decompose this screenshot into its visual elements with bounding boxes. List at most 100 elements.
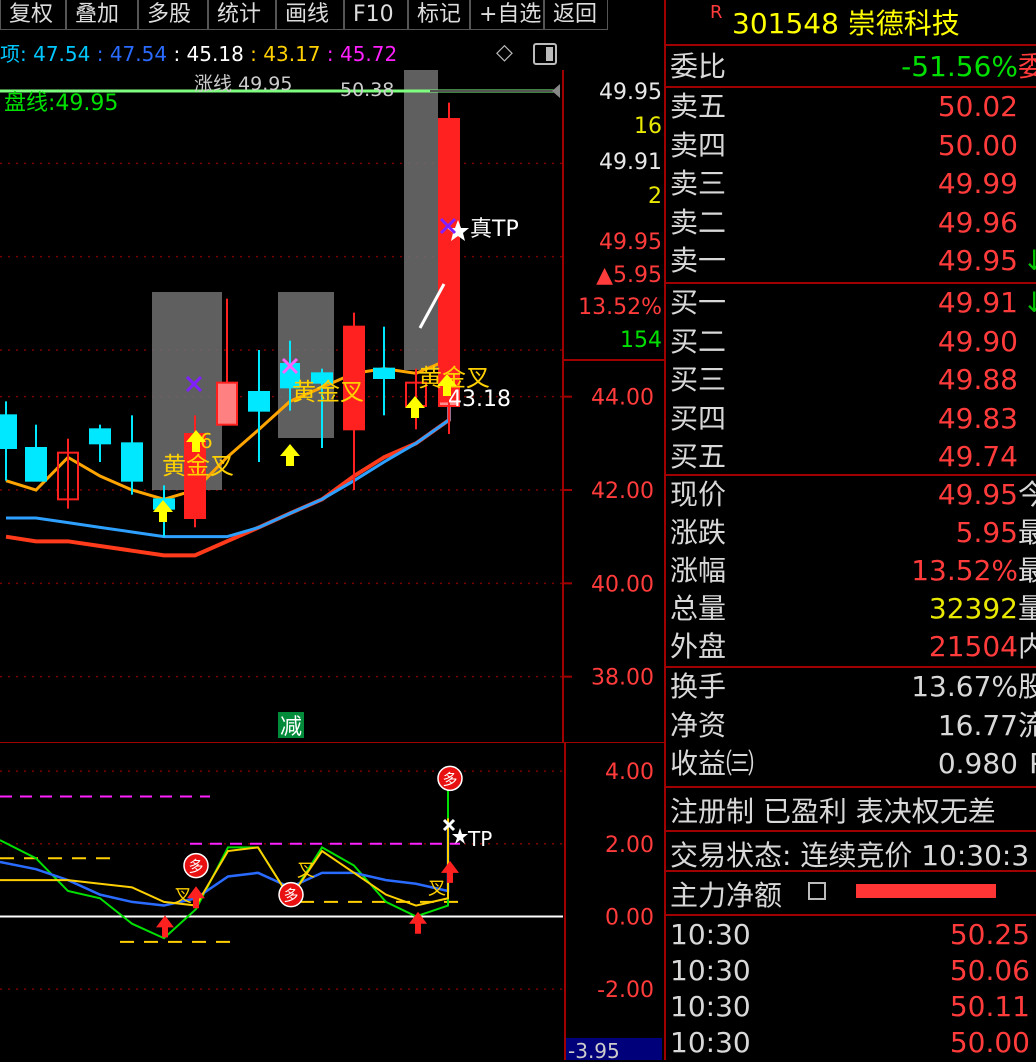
toolbar-button-2[interactable]: 多股 [138, 0, 208, 30]
cross-label: 叉 [174, 886, 192, 907]
price-axis-label: 44.00 [591, 386, 654, 411]
stat-row[interactable]: 总量 32392 量 [670, 590, 1036, 628]
toolbar-button-7[interactable]: +自选 [470, 0, 544, 30]
stat-value: 21504 [928, 630, 1018, 663]
bid-label: 买三 [670, 363, 727, 396]
bid-label: 买五 [670, 440, 727, 473]
quote-vol-1: 16 [634, 114, 662, 139]
reduce-label: 减 [280, 715, 302, 740]
quote-box: 49.95 16 49.91 2 49.95 ▲5.95 13.52% 154 [566, 80, 664, 360]
stat-label: 涨幅 [670, 554, 727, 587]
bid-label: 买二 [670, 324, 727, 358]
ask-row[interactable]: 卖二 49.96 [670, 204, 1036, 242]
ask-label: 卖四 [670, 128, 727, 162]
stat-row[interactable]: 涨幅 13.52% 最 [670, 552, 1036, 590]
tick-row: 10:30 50.25 [670, 916, 1036, 954]
stat-tail: 内 [1017, 630, 1036, 663]
toolbar-button-1[interactable]: 叠加 [66, 0, 138, 30]
down-arrow-icon: ↓ [1022, 286, 1036, 319]
tick-price: 50.06 [949, 954, 1030, 987]
ma-value-2: : 47.54 [96, 42, 168, 66]
candle[interactable] [373, 326, 395, 416]
tick-time: 10:30 [670, 954, 751, 987]
tick-time: 10:30 [670, 1026, 751, 1059]
ask-label: 卖三 [670, 167, 727, 200]
stat-value: 5.95 [955, 516, 1018, 549]
toolbar-button-0[interactable]: 复权 [0, 0, 66, 30]
diamond-icon[interactable]: ◇ [496, 40, 513, 65]
ma-prefix: 项: [0, 42, 27, 66]
window-toggle-icon[interactable] [533, 43, 557, 65]
stat2-row[interactable]: 收益㈢ 0.980 P [670, 745, 1036, 783]
indicator-axis-label: -2.00 [597, 978, 654, 1003]
quote-price-1: 49.95 [599, 80, 662, 105]
ask-row[interactable]: 卖一 49.95 ↓ [670, 242, 1036, 280]
bid-value: 49.88 [937, 363, 1018, 396]
stat-row[interactable]: 涨跌 5.95 最 [670, 514, 1036, 552]
bid-value: 49.90 [937, 324, 1018, 358]
buy-arrow-icon [405, 396, 425, 418]
candle[interactable] [248, 350, 270, 462]
main-net-label: 主力净额 [670, 879, 783, 912]
weibi-label: 委比 [670, 50, 727, 83]
stock-title[interactable]: 301548 崇德科技 [732, 2, 960, 42]
ask-value: 49.95 [937, 244, 1018, 277]
pan-line-label: 盘线:49.95 [4, 91, 118, 116]
tp-label: TP [467, 827, 492, 851]
bid-row[interactable]: 买四 49.83 [670, 400, 1036, 438]
price-axis-label: 38.00 [591, 666, 654, 691]
up-arrow-icon [156, 915, 174, 938]
toolbar-button-4[interactable]: 画线 [276, 0, 344, 30]
main-chart[interactable]: 44.00 42.00 40.00 38.00 盘线:49.95 涨线 49.95 50.3… [0, 70, 664, 742]
stat2-row[interactable]: 换手 13.67% 股 [670, 668, 1036, 706]
quote-vol-2: 2 [648, 184, 662, 209]
ma-legend: 项: 47.54 : 47.54 : 45.18 : 43.17 : 45.72 [0, 38, 397, 67]
cross-label: 叉 [428, 879, 446, 900]
bid-row[interactable]: 买三 49.88 [670, 361, 1036, 399]
duo-label: 多 [283, 887, 298, 905]
toolbar-button-3[interactable]: 统计 [208, 0, 276, 30]
stat-row[interactable]: 外盘 21504 内 [670, 628, 1036, 666]
registration-info: 注册制 已盈利 表决权无差 [670, 795, 996, 828]
ask-row[interactable]: 卖五 50.02 [670, 88, 1036, 126]
toolbar-button-8[interactable]: 返回 [544, 0, 608, 30]
bid-row[interactable]: 买二 49.90 [670, 323, 1036, 361]
bid-row[interactable]: 买五 49.74 [670, 438, 1036, 476]
toolbar-button-5[interactable]: F10 [344, 0, 408, 30]
stat2-value: 16.77 [937, 708, 1018, 742]
candle[interactable] [25, 424, 47, 482]
bid-value: 49.74 [937, 440, 1018, 473]
weibi-value: -51.56% [901, 50, 1018, 83]
ask-label: 卖一 [670, 244, 727, 277]
candle[interactable] [89, 424, 111, 462]
toolbar-button-6[interactable]: 标记 [408, 0, 470, 30]
top-label-1: 涨线 49.95 [194, 73, 292, 95]
stat2-tail: 流 [1017, 708, 1036, 742]
pan-marker-icon [552, 84, 560, 98]
code-prefix: R [710, 2, 723, 23]
ask-row[interactable]: 卖四 50.00 [670, 127, 1036, 165]
bid-value: 49.83 [937, 401, 1018, 435]
stat2-row[interactable]: 净资 16.77 流 [670, 707, 1036, 745]
bid-label: 买四 [670, 401, 727, 435]
stat-label: 外盘 [670, 630, 727, 663]
candle[interactable] [121, 415, 143, 495]
stat-label: 现价 [670, 478, 727, 511]
stat-row[interactable]: 现价 49.95 今 [670, 476, 1036, 514]
indicator-line-2 [0, 818, 449, 907]
quote-price-2: 49.91 [599, 150, 662, 175]
star-icon [452, 828, 468, 844]
candle[interactable] [57, 438, 79, 509]
price-axis-label: 40.00 [591, 572, 654, 597]
stat2-tail: 股 [1017, 670, 1036, 703]
ask-row[interactable]: 卖三 49.99 [670, 165, 1036, 203]
tick-price: 50.11 [949, 990, 1030, 1023]
cross-label: 叉 [297, 860, 315, 881]
candle[interactable] [0, 401, 17, 481]
quote-change: ▲5.95 [596, 263, 662, 288]
list-icon[interactable] [808, 882, 826, 900]
stat-value: 13.52% [911, 554, 1018, 587]
indicator-chart[interactable]: 4.002.000.00-2.00-3.95多多多叉叉叉TP [0, 742, 664, 1060]
price-axis-label: 42.00 [591, 479, 654, 504]
bid-row[interactable]: 买一 49.91 ↓ [670, 284, 1036, 322]
